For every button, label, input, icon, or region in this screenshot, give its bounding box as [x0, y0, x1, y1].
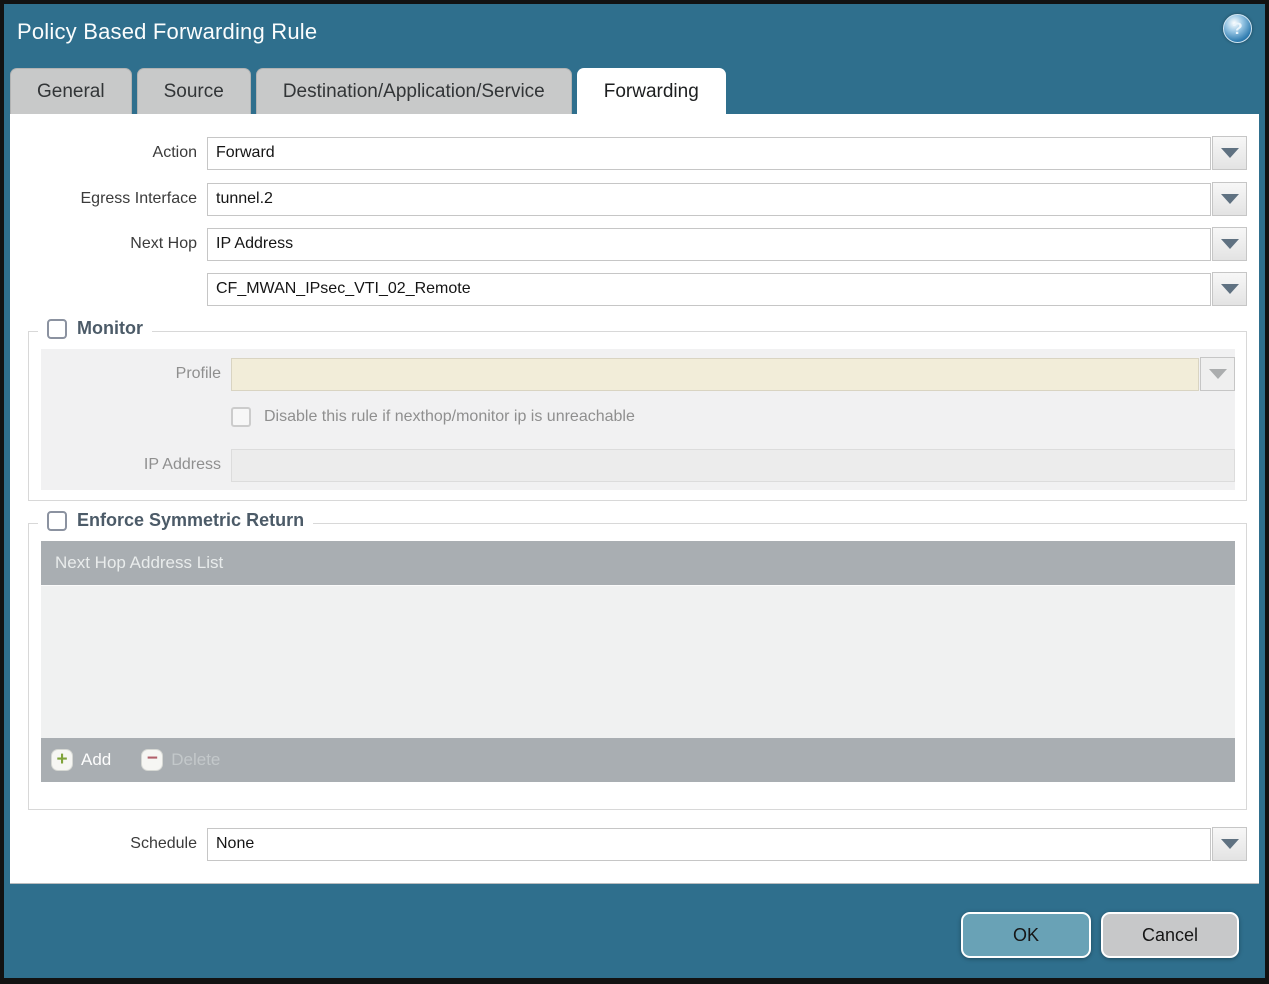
chevron-down-icon	[1220, 239, 1239, 249]
next-hop-address-list-table: Next Hop Address List + Add − Delete	[41, 541, 1235, 782]
monitor-section: Monitor Profile Disable this rule if nex…	[28, 318, 1247, 501]
next-hop-address-row	[10, 272, 1247, 306]
cancel-button[interactable]: Cancel	[1101, 912, 1239, 958]
enforce-symmetric-return-section: Enforce Symmetric Return Next Hop Addres…	[28, 510, 1247, 810]
monitor-legend: Monitor	[38, 318, 152, 339]
egress-interface-input[interactable]	[207, 182, 1211, 216]
action-row: Action	[10, 136, 1247, 170]
forwarding-tab-panel: Action Egress Interface Next Hop	[10, 114, 1259, 884]
tab-forwarding[interactable]: Forwarding	[576, 68, 726, 114]
tab-source[interactable]: Source	[136, 68, 251, 114]
schedule-row: Schedule	[10, 827, 1247, 861]
add-button[interactable]: + Add	[51, 749, 111, 771]
monitor-checkbox[interactable]	[47, 318, 67, 339]
next-hop-address-list-body[interactable]	[41, 585, 1235, 738]
chevron-down-icon	[1220, 284, 1239, 294]
monitor-panel: Profile Disable this rule if nexthop/mon…	[41, 349, 1235, 490]
chevron-down-icon	[1220, 148, 1239, 158]
plus-icon: +	[51, 749, 73, 771]
titlebar: Policy Based Forwarding Rule ?	[4, 4, 1265, 64]
action-dropdown-button[interactable]	[1212, 136, 1247, 170]
dialog-title: Policy Based Forwarding Rule	[17, 19, 318, 44]
next-hop-type-dropdown-button[interactable]	[1212, 227, 1247, 261]
chevron-down-icon	[1208, 369, 1227, 379]
next-hop-address-dropdown-button[interactable]	[1212, 272, 1247, 306]
next-hop-address-input[interactable]	[207, 272, 1211, 306]
action-input[interactable]	[207, 136, 1211, 170]
tab-bar: General Source Destination/Application/S…	[10, 68, 726, 114]
next-hop-label: Next Hop	[130, 235, 197, 252]
next-hop-address-list-header: Next Hop Address List	[41, 541, 1235, 585]
next-hop-address-list-toolbar: + Add − Delete	[41, 738, 1235, 782]
disable-rule-checkbox	[231, 407, 251, 427]
next-hop-row: Next Hop	[10, 227, 1247, 261]
monitor-ip-address-row: IP Address	[41, 448, 1235, 482]
egress-interface-dropdown-button[interactable]	[1212, 182, 1247, 216]
chevron-down-icon	[1220, 839, 1239, 849]
help-icon[interactable]: ?	[1223, 14, 1252, 43]
delete-button-label: Delete	[171, 750, 221, 769]
next-hop-type-input[interactable]	[207, 227, 1211, 261]
profile-label: Profile	[175, 365, 221, 382]
minus-icon: −	[141, 749, 164, 771]
monitor-ip-address-input	[231, 448, 1235, 482]
tab-general[interactable]: General	[10, 68, 132, 114]
schedule-label: Schedule	[130, 835, 197, 852]
disable-rule-label: Disable this rule if nexthop/monitor ip …	[264, 408, 635, 425]
egress-interface-row: Egress Interface	[10, 182, 1247, 216]
action-label: Action	[152, 144, 197, 161]
enforce-symmetric-return-legend: Enforce Symmetric Return	[38, 510, 314, 531]
egress-interface-label: Egress Interface	[80, 190, 198, 207]
monitor-legend-label: Monitor	[77, 318, 143, 338]
disable-rule-row: Disable this rule if nexthop/monitor ip …	[231, 404, 635, 430]
policy-based-forwarding-dialog: Policy Based Forwarding Rule ? General S…	[4, 4, 1265, 978]
window-frame: Policy Based Forwarding Rule ? General S…	[0, 0, 1269, 984]
add-button-label: Add	[81, 750, 112, 769]
schedule-dropdown-button[interactable]	[1212, 827, 1247, 861]
profile-dropdown-button	[1200, 357, 1235, 391]
enforce-symmetric-return-legend-label: Enforce Symmetric Return	[77, 510, 305, 530]
monitor-ip-address-label: IP Address	[143, 456, 221, 473]
ok-button[interactable]: OK	[961, 912, 1091, 958]
profile-row: Profile	[41, 357, 1235, 391]
tab-destination-application-service[interactable]: Destination/Application/Service	[255, 68, 572, 114]
enforce-symmetric-return-checkbox[interactable]	[47, 510, 67, 531]
profile-input	[231, 357, 1199, 391]
chevron-down-icon	[1220, 194, 1239, 204]
delete-button: − Delete	[141, 749, 220, 771]
schedule-input[interactable]	[207, 827, 1211, 861]
